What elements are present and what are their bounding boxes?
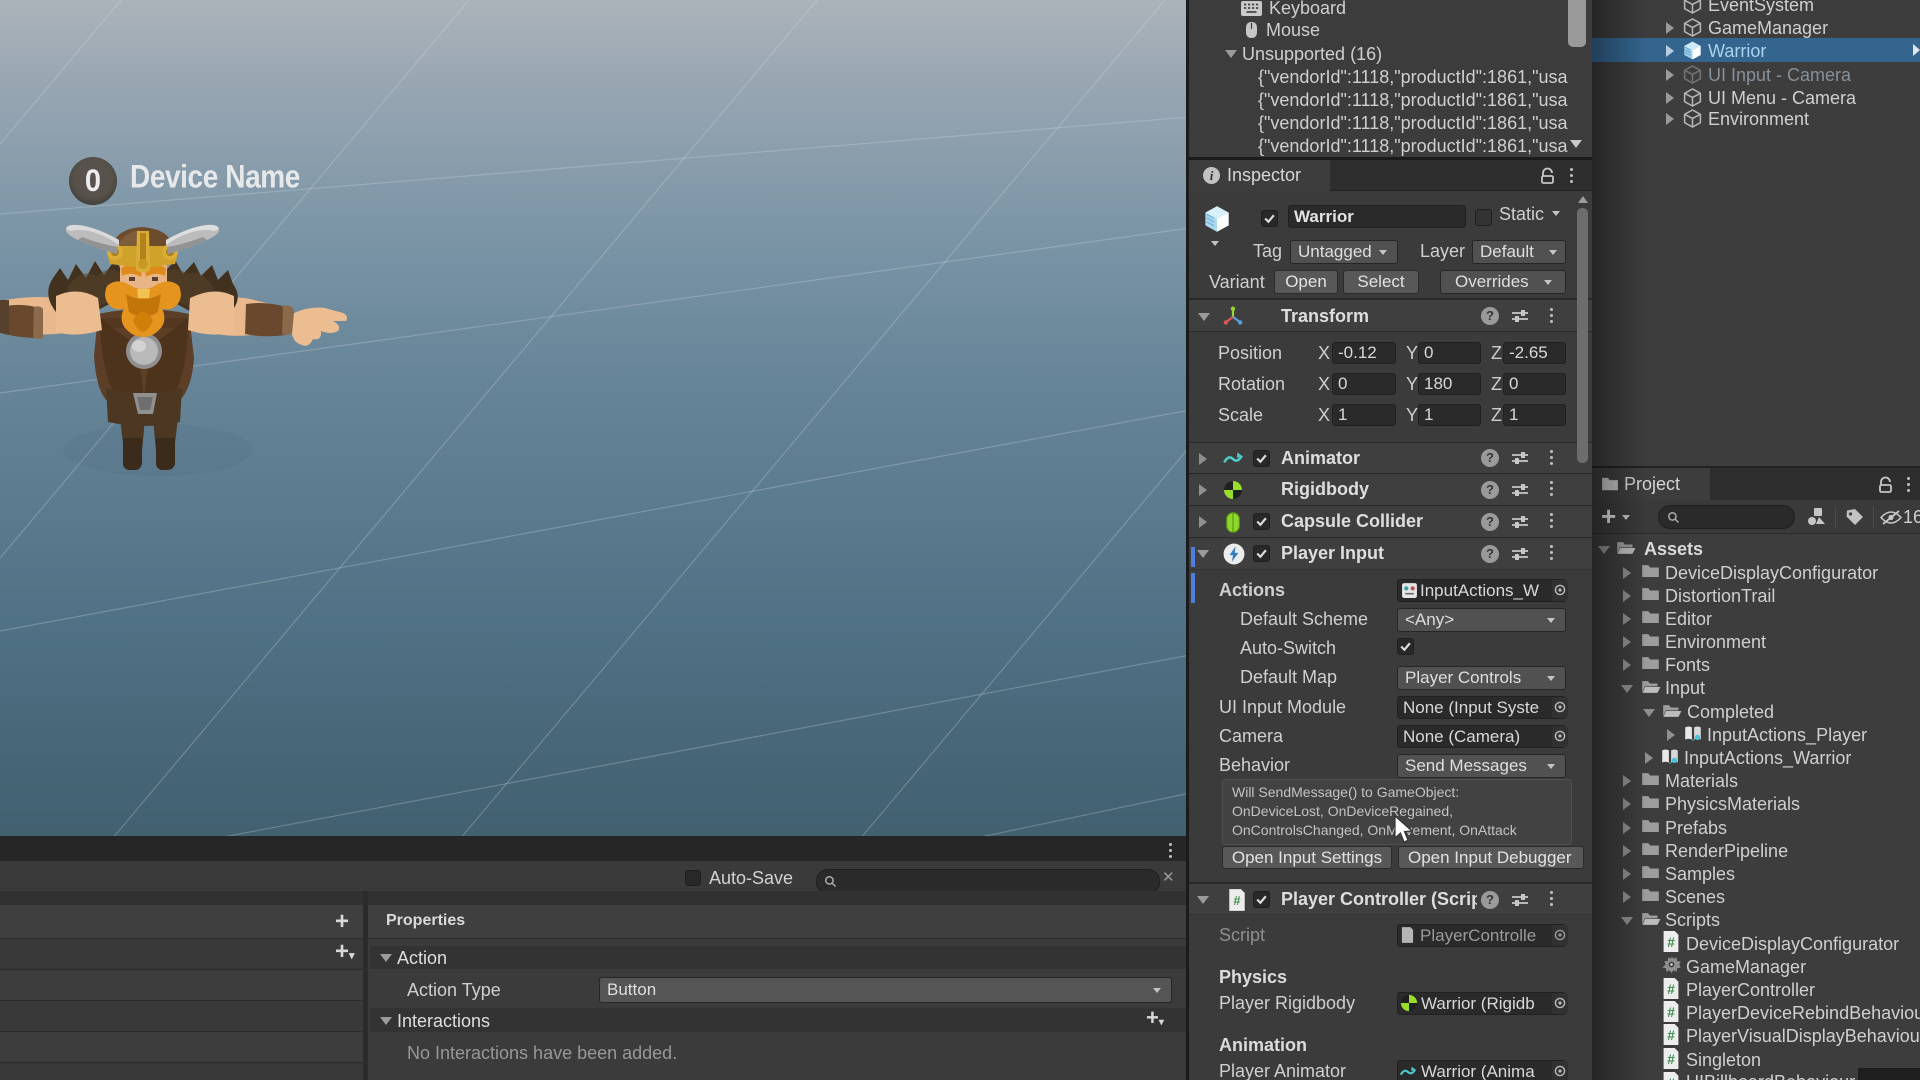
svg-text:#: # [1667,1028,1675,1043]
svg-text:#: # [1667,1076,1675,1080]
svg-text:#: # [1667,935,1675,950]
svg-text:#: # [1667,982,1675,997]
svg-text:#: # [1233,893,1240,908]
svg-text:#: # [1667,1005,1675,1020]
svg-text:#: # [1667,1052,1675,1067]
